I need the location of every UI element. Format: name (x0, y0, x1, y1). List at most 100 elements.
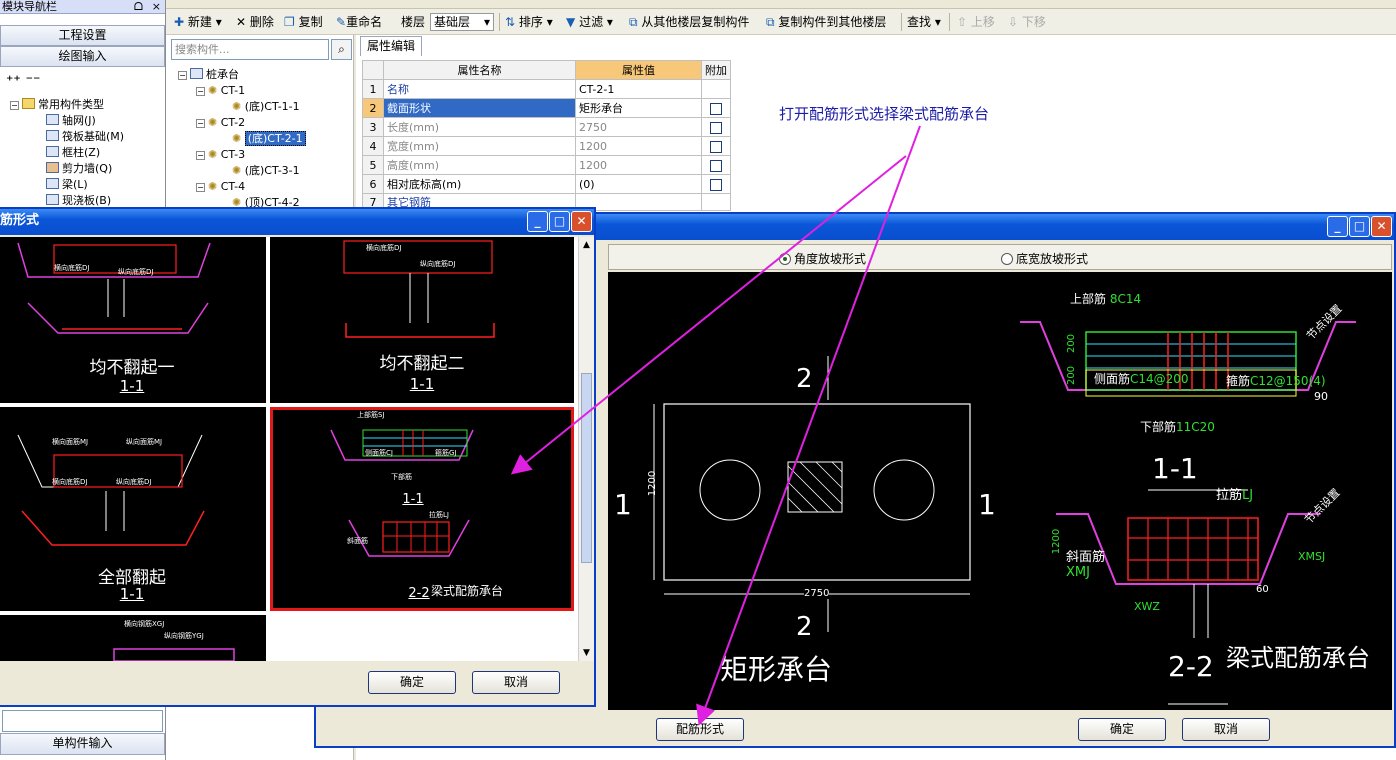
copy-to-label: 复制构件到其他楼层 (778, 15, 887, 29)
tree-node[interactable]: − ✺ CT-3 (178, 147, 306, 163)
label-bottom-bar: 下部筋11C20 (1140, 418, 1215, 435)
thumb-partial[interactable]: 横向钢筋XGJ 纵向钢筋YGJ (0, 615, 266, 661)
close-icon[interactable]: × (152, 0, 161, 14)
tree-leaf-selected[interactable]: ✺ (底)CT-2-1 (178, 131, 306, 147)
label-tie: 拉筋LJ (1216, 484, 1253, 503)
maximize-icon[interactable]: □ (549, 211, 570, 232)
rename-button[interactable]: ✎重命名 (336, 13, 382, 31)
collapse-icon[interactable]: − (196, 87, 205, 96)
project-settings-button[interactable]: 工程设置 (0, 25, 165, 46)
new-button[interactable]: ✚ 新建 ▾ (174, 13, 222, 31)
add-cell (701, 117, 731, 137)
tree-leaf[interactable]: ✺ (底)CT-3-1 (178, 163, 306, 179)
add-checkbox[interactable] (710, 178, 722, 191)
rebar-dialog-titlebar: 筋形式 _ □ ✕ (0, 209, 594, 235)
ok-button[interactable]: 确定 (1078, 718, 1166, 741)
maximize-icon[interactable]: □ (1349, 216, 1370, 237)
add-checkbox[interactable] (710, 121, 722, 134)
dim-200-b: 200 (1066, 365, 1078, 386)
thumb-caption: 梁式配筋承台 (431, 584, 504, 598)
sort-button[interactable]: ⇅ 排序 ▾ (505, 13, 553, 31)
tree-leaf[interactable]: ✺ (底)CT-1-1 (178, 99, 306, 115)
property-row[interactable]: 4 宽度(mm) 1200 (362, 136, 731, 156)
tree-node-label: CT-2 (220, 116, 246, 129)
single-component-input-button[interactable]: 单构件输入 (0, 733, 165, 755)
cancel-button[interactable]: 取消 (1182, 718, 1270, 741)
copy-to-floor-button[interactable]: ⧉ 复制构件到其他楼层 (766, 13, 886, 31)
rebar-cancel-button[interactable]: 取消 (472, 671, 560, 694)
side-bar-value: C14@200 (1130, 372, 1189, 386)
minimize-icon[interactable]: _ (1327, 216, 1348, 237)
dim-1200-b: 1200 (1051, 528, 1063, 555)
property-value[interactable]: (0) (575, 174, 702, 194)
collapse-all-icon[interactable]: ⁻⁻ (26, 73, 41, 89)
nav-item-raft[interactable]: 筏板基础(M) (10, 129, 165, 145)
close-icon[interactable]: ✕ (1371, 216, 1392, 237)
collapse-icon[interactable]: − (196, 151, 205, 160)
nav-item-beam[interactable]: 梁(L) (10, 177, 165, 193)
pin-icon[interactable]: ᗝ (134, 0, 143, 14)
move-down-label: 下移 (1021, 15, 1046, 29)
nav-item-wall[interactable]: 剪力墙(Q) (10, 161, 165, 177)
tree-node[interactable]: − ✺ CT-2 (178, 115, 306, 131)
copy-to-icon: ⧉ (766, 15, 775, 29)
thumb-uniform-1[interactable]: 横向底筋DJ 纵向底筋DJ 均不翻起一 1-1 (0, 237, 266, 403)
tree-root-row[interactable]: − 桩承台 (178, 67, 306, 83)
property-value[interactable]: 2750 (575, 117, 702, 137)
radio-angle-slope[interactable]: 角度放坡形式 (779, 250, 866, 267)
expand-all-icon[interactable]: ⁺⁺ (6, 73, 21, 89)
draw-input-button[interactable]: 绘图输入 (0, 46, 165, 67)
add-checkbox[interactable] (710, 140, 722, 153)
delete-button[interactable]: ✕ 删除 (236, 13, 274, 31)
rebar-ok-button[interactable]: 确定 (368, 671, 456, 694)
property-value[interactable]: 1200 (575, 136, 702, 156)
minimize-icon[interactable]: _ (527, 211, 548, 232)
nav-item-axis[interactable]: 轴网(J) (10, 113, 165, 129)
scroll-thumb[interactable] (581, 373, 592, 563)
floor-select[interactable]: 基础层 ▾ (430, 13, 494, 31)
nav-group-row[interactable]: − 常用构件类型 (10, 97, 165, 113)
nav-item-column[interactable]: 框柱(Z) (10, 145, 165, 161)
filter-button[interactable]: ▼ 过滤 ▾ (566, 13, 613, 31)
label-stirrup: 箍筋C12@150(4) (1226, 372, 1326, 389)
move-up-button[interactable]: ⇧ 上移 (957, 13, 995, 31)
radio-bottom-slope[interactable]: 底宽放坡形式 (1001, 250, 1088, 267)
thumb-label: 横向底筋DJ (366, 244, 402, 252)
collapse-icon[interactable]: − (196, 119, 205, 128)
tree-node-label: CT-4 (220, 180, 246, 193)
add-checkbox[interactable] (710, 159, 722, 172)
thumb-beam-cap-selected[interactable]: 上部筋SJ 侧面筋CJ 箍筋GJ 下部筋 拉筋LJ 斜面筋 1-1 2-2 梁式… (270, 407, 574, 611)
thumb-uniform-2[interactable]: 横向底筋DJ 纵向底筋DJ 均不翻起二 1-1 (270, 237, 574, 403)
tree-node[interactable]: − ✺ CT-4 (178, 179, 306, 195)
property-row-selected[interactable]: 2 截面形状 矩形承台 (362, 98, 731, 118)
collapse-icon[interactable]: − (10, 101, 19, 110)
property-header-row: 属性名称 属性值 附加 (362, 60, 731, 80)
slope-label: 斜面筋 (1066, 550, 1106, 565)
property-row[interactable]: 3 长度(mm) 2750 (362, 117, 731, 137)
property-value[interactable]: 1200 (575, 155, 702, 175)
tab-property-edit[interactable]: 属性编辑 (360, 36, 422, 56)
add-checkbox[interactable] (710, 102, 722, 115)
scrollbar[interactable]: ▲ ▼ (578, 237, 594, 661)
property-value[interactable]: CT-2-1 (575, 79, 702, 99)
tree-leaf-label: (底)CT-1-1 (244, 100, 300, 113)
search-icon[interactable]: ⌕ (331, 39, 352, 60)
copy-button[interactable]: ❐ 复制 (284, 13, 323, 31)
property-row[interactable]: 1 名称 CT-2-1 (362, 79, 731, 99)
property-row[interactable]: 6 相对底标高(m) (0) (362, 174, 731, 194)
property-value[interactable]: 矩形承台 (575, 98, 702, 118)
close-icon[interactable]: ✕ (571, 211, 592, 232)
collapse-icon[interactable]: − (196, 183, 205, 192)
collapse-icon[interactable]: − (178, 71, 187, 80)
tree-node[interactable]: − ✺ CT-1 (178, 83, 306, 99)
scroll-up-icon[interactable]: ▲ (579, 237, 594, 253)
scroll-down-icon[interactable]: ▼ (579, 645, 594, 661)
rebar-form-button[interactable]: 配筋形式 (656, 718, 744, 741)
move-down-button[interactable]: ⇩ 下移 (1008, 13, 1046, 31)
property-row[interactable]: 5 高度(mm) 1200 (362, 155, 731, 175)
copy-from-floor-button[interactable]: ⧉ 从其他楼层复制构件 (629, 13, 749, 31)
search-input[interactable]: 搜索构件... (171, 39, 329, 60)
find-button[interactable]: 查找 ▾ (907, 13, 941, 31)
thumb-all-bent[interactable]: 横向面筋MJ 纵向面筋MJ 横向底筋DJ 纵向底筋DJ 全部翻起 1-1 (0, 407, 266, 611)
nav-bottom-field[interactable] (2, 710, 163, 732)
